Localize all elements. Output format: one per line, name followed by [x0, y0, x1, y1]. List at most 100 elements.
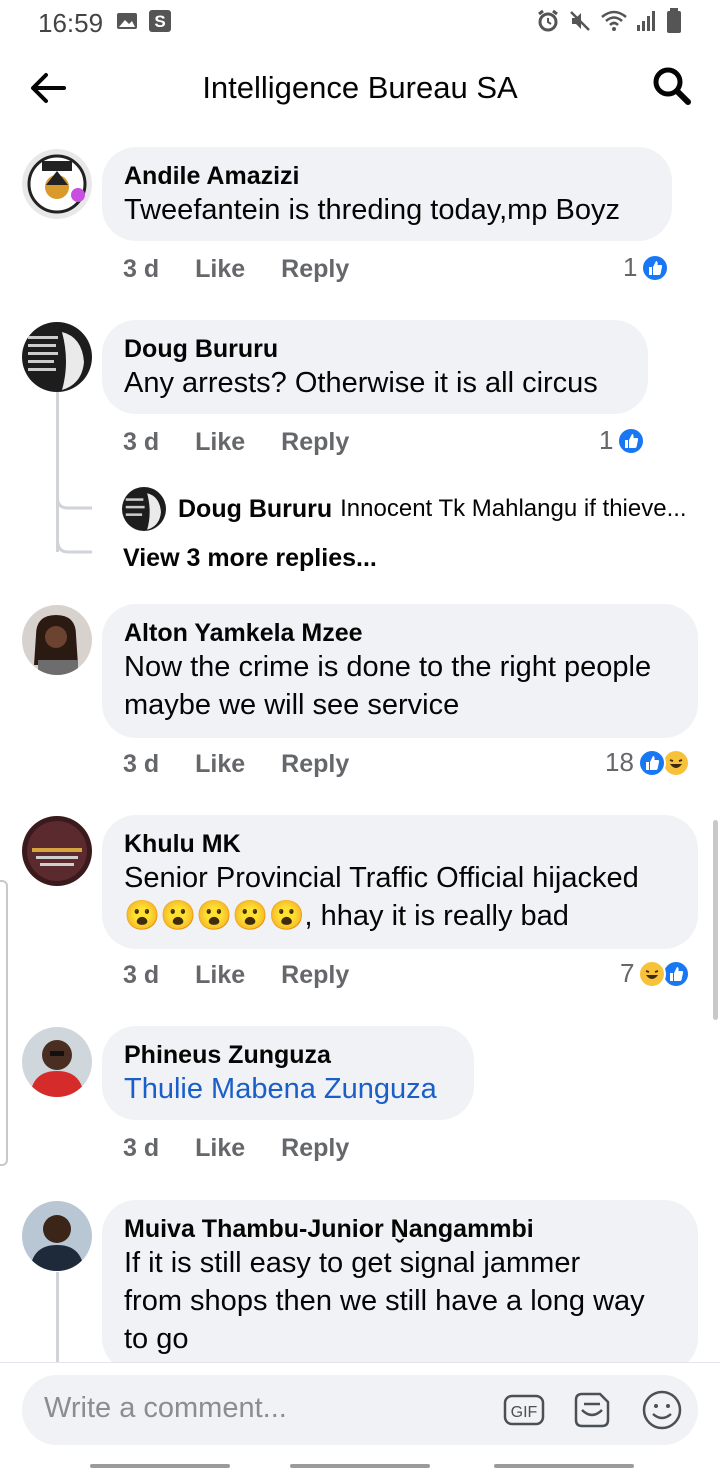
s-app-icon: S: [149, 10, 171, 32]
comment-text-line: Senior Provincial Traffic Official hijac…: [124, 862, 639, 894]
image-icon: [117, 13, 137, 29]
avatar[interactable]: [22, 816, 92, 886]
like-button[interactable]: Like: [195, 428, 245, 457]
tagged-user-link[interactable]: Thulie Mabena Zunguza: [124, 1070, 452, 1108]
like-button[interactable]: Like: [195, 750, 245, 779]
surprised-emoji-icon: 😮: [196, 900, 233, 932]
comment-actions: 3 d Like Reply: [123, 961, 385, 990]
haha-reaction-icon: [661, 748, 690, 777]
reaction-summary[interactable]: 7: [620, 958, 691, 989]
comment-time: 3 d: [123, 961, 160, 989]
comment-bubble[interactable]: Doug Bururu Any arrests? Otherwise it is…: [102, 320, 648, 414]
thread-line: [56, 1272, 59, 1362]
comment-time: 3 d: [123, 750, 160, 778]
surprised-emoji-icon: 😮: [160, 900, 197, 932]
comment-composer: GIF: [0, 1362, 720, 1448]
comment-time: 3 d: [123, 428, 160, 456]
page-title: Intelligence Bureau SA: [202, 70, 518, 105]
comment-text: Tweefantein is threding today,mp Boyz: [124, 194, 620, 226]
emoji-icon[interactable]: [640, 1388, 684, 1432]
avatar[interactable]: [22, 322, 92, 392]
like-button[interactable]: Like: [195, 1134, 245, 1163]
surprised-emoji-icon: 😮: [268, 900, 305, 932]
like-reaction-icon: [662, 959, 691, 988]
system-nav-bar: [0, 1448, 720, 1480]
reply-author[interactable]: Doug Bururu: [178, 495, 332, 524]
reaction-count: 1: [623, 252, 638, 282]
thread-connector: [56, 470, 92, 554]
avatar[interactable]: [22, 149, 92, 219]
search-icon[interactable]: [652, 66, 692, 106]
nav-recents-bar[interactable]: [90, 1464, 230, 1468]
reaction-summary[interactable]: 18: [605, 747, 690, 778]
comment-author[interactable]: Andile Amazizi: [124, 161, 650, 191]
mute-icon: [570, 11, 590, 31]
comment-bubble[interactable]: Alton Yamkela Mzee Now the crime is done…: [102, 604, 698, 738]
reaction-summary[interactable]: 1: [623, 252, 670, 283]
comment-author[interactable]: Khulu MK: [124, 829, 676, 859]
like-button[interactable]: Like: [195, 255, 245, 284]
reply-text: Innocent Tk Mahlangu if thieve...: [340, 495, 687, 522]
avatar[interactable]: [22, 1027, 92, 1097]
reply-button[interactable]: Reply: [281, 428, 349, 457]
status-time: 16:59: [38, 8, 104, 38]
status-bar: 16:59 S: [0, 0, 720, 44]
like-reaction-icon: [637, 748, 666, 777]
sticker-icon[interactable]: [570, 1388, 614, 1432]
comment-bubble[interactable]: Andile Amazizi Tweefantein is threding t…: [102, 147, 672, 241]
gif-icon[interactable]: GIF: [502, 1388, 546, 1432]
haha-reaction-icon: [638, 959, 667, 988]
comment-bubble[interactable]: Phineus Zunguza Thulie Mabena Zunguza: [102, 1026, 474, 1120]
like-reaction-icon: [617, 426, 646, 455]
nav-home-bar[interactable]: [290, 1464, 430, 1468]
comment-text-line: to go: [124, 1323, 189, 1355]
comment-bubble[interactable]: Khulu MK Senior Provincial Traffic Offic…: [102, 815, 698, 949]
reply-button[interactable]: Reply: [281, 750, 349, 779]
reaction-count: 7: [620, 958, 635, 988]
edge-panel-handle[interactable]: [0, 880, 8, 1166]
comment-actions: 3 d Like Reply: [123, 428, 385, 457]
comment-time: 3 d: [123, 1134, 160, 1162]
comment-text-line: 😮 😮 😮 😮 😮 , hhay it is really bad: [124, 897, 676, 935]
signal-icon: [637, 11, 655, 31]
reply-button[interactable]: Reply: [281, 961, 349, 990]
status-icons: [536, 8, 682, 34]
comment-input[interactable]: [44, 1392, 484, 1425]
comment-author[interactable]: Phineus Zunguza: [124, 1040, 452, 1070]
comment-text: , hhay it is really bad: [304, 900, 569, 932]
wifi-icon: [601, 10, 627, 31]
svg-text:GIF: GIF: [511, 1404, 538, 1421]
scrollbar-thumb[interactable]: [713, 820, 718, 1020]
comment-input-container[interactable]: GIF: [22, 1375, 698, 1445]
comment-author[interactable]: Muiva Thambu-Junior N̬angammbi: [124, 1214, 676, 1244]
comment-text-line: Now the crime is done to the right peopl…: [124, 651, 652, 683]
reply-button[interactable]: Reply: [281, 1134, 349, 1163]
like-reaction-icon: [641, 253, 670, 282]
comment-text-line: If it is still easy to get signal jammer: [124, 1247, 581, 1279]
comment-actions: 3 d Like Reply: [123, 255, 385, 284]
surprised-emoji-icon: 😮: [124, 900, 161, 932]
avatar[interactable]: [122, 487, 166, 531]
header: Intelligence Bureau SA: [0, 44, 720, 134]
comment-author[interactable]: Doug Bururu: [124, 334, 626, 364]
like-button[interactable]: Like: [195, 961, 245, 990]
comment-actions: 3 d Like Reply: [123, 1134, 385, 1163]
comment-time: 3 d: [123, 255, 160, 283]
svg-text:S: S: [154, 12, 165, 31]
avatar[interactable]: [22, 1201, 92, 1271]
avatar[interactable]: [22, 605, 92, 675]
reaction-count: 1: [599, 425, 614, 455]
comment-actions: 3 d Like Reply: [123, 750, 385, 779]
view-more-replies-link[interactable]: View 3 more replies...: [123, 544, 377, 573]
comment-bubble[interactable]: Muiva Thambu-Junior N̬angammbi If it is …: [102, 1200, 698, 1372]
reaction-count: 18: [605, 747, 634, 777]
reaction-summary[interactable]: 1: [599, 425, 646, 456]
comment-text: Any arrests? Otherwise it is all circus: [124, 367, 598, 399]
reply-preview[interactable]: Doug Bururu Innocent Tk Mahlangu if thie…: [122, 487, 687, 531]
surprised-emoji-icon: 😮: [232, 900, 269, 932]
battery-icon: [667, 8, 681, 33]
comment-author[interactable]: Alton Yamkela Mzee: [124, 618, 676, 648]
reply-button[interactable]: Reply: [281, 255, 349, 284]
comment-text-line: maybe we will see service: [124, 689, 460, 721]
nav-back-bar[interactable]: [494, 1464, 634, 1468]
